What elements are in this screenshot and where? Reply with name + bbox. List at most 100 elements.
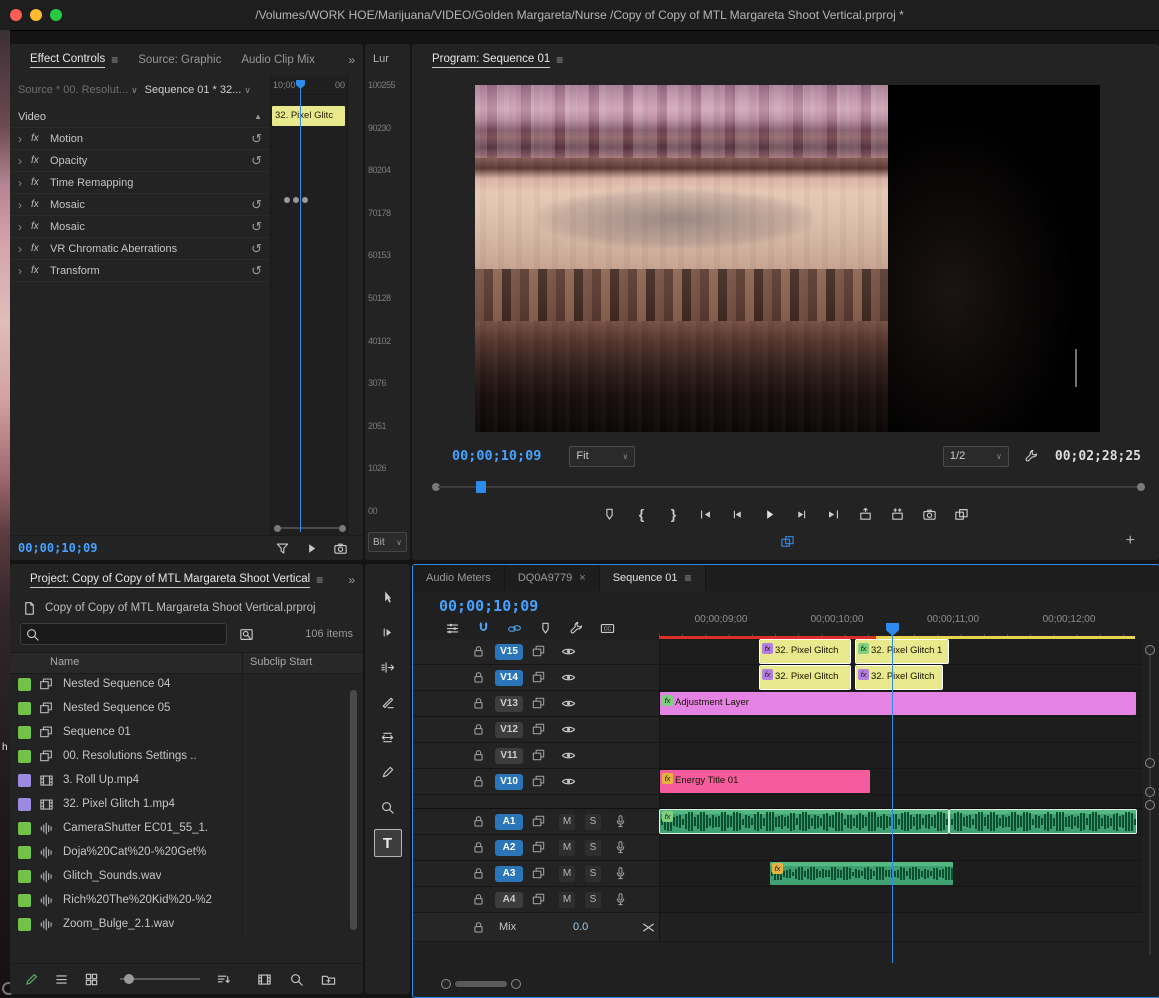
timeline-clip[interactable]: fx 32. Pixel Glitch 1	[855, 639, 949, 664]
current-timecode[interactable]: 00;00;10;09	[18, 541, 97, 555]
label-color-swatch[interactable]	[18, 893, 31, 907]
track-lane[interactable]	[659, 835, 1143, 860]
timeline-tab-dq0a9779[interactable]: DQ0A9779 ×	[505, 565, 600, 591]
effect-row[interactable]: › fx Mosaic ↺	[10, 194, 270, 216]
track-target-button[interactable]: A4	[495, 891, 523, 908]
multi-view-icon[interactable]	[953, 505, 971, 523]
step-forward-icon[interactable]	[793, 505, 811, 523]
panel-menu-icon[interactable]: ≡	[685, 571, 692, 585]
sort-icons-icon[interactable]	[214, 970, 232, 988]
effect-row[interactable]: › fx Transform ↺	[10, 260, 270, 282]
label-color-swatch[interactable]	[18, 701, 31, 715]
project-item-row[interactable]: Nested Sequence 04	[10, 672, 355, 696]
comparison-view-icon[interactable]	[778, 532, 796, 550]
label-color-swatch[interactable]	[18, 725, 31, 739]
tool-selection[interactable]	[375, 584, 401, 610]
scroll-handle[interactable]	[1145, 800, 1155, 810]
snapshot-icon[interactable]	[331, 539, 349, 557]
chevron-right-icon[interactable]: ›	[18, 176, 26, 190]
zoom-handle-right[interactable]	[339, 524, 346, 532]
scroll-handle[interactable]	[1145, 645, 1155, 655]
timeline-vertical-scrollbar[interactable]	[1145, 641, 1155, 961]
audio-clip[interactable]: fx	[770, 862, 953, 885]
label-color-swatch[interactable]	[18, 845, 31, 859]
column-header-subclip-start[interactable]: Subclip Start	[250, 656, 312, 668]
tool-ripple-edit[interactable]	[375, 654, 401, 680]
filter-effects-icon[interactable]	[273, 539, 291, 557]
eye-icon[interactable]	[559, 695, 577, 713]
source-patch-icon[interactable]	[529, 813, 547, 831]
track-lane[interactable]: fx Adjustment Layer	[659, 691, 1143, 716]
mini-timeline-zoom-bar[interactable]	[274, 524, 346, 532]
extract-icon[interactable]	[889, 505, 907, 523]
step-back-icon[interactable]	[729, 505, 747, 523]
mic-icon[interactable]	[611, 865, 629, 883]
close-icon[interactable]: ×	[579, 572, 585, 584]
track-lane[interactable]: fx 32. Pixel Glitch fx 32. Pixel Glitch	[659, 665, 1143, 690]
tool-zoom[interactable]	[375, 794, 401, 820]
timeline-clip[interactable]: fx 32. Pixel Glitch	[855, 665, 943, 690]
timeline-tab-sequence-01[interactable]: Sequence 01 ≡	[599, 565, 706, 591]
playback-resolution-dropdown[interactable]: 1/2 ∨	[942, 445, 1009, 467]
project-scrollbar[interactable]	[350, 690, 357, 930]
effect-row[interactable]: › fx Time Remapping	[10, 172, 270, 194]
scopes-tab[interactable]: Lur	[365, 44, 410, 65]
eye-icon[interactable]	[559, 773, 577, 791]
source-patch-icon[interactable]	[529, 721, 547, 739]
mic-icon[interactable]	[611, 813, 629, 831]
project-item-row[interactable]: Nested Sequence 05	[10, 696, 355, 720]
source-patch-icon[interactable]	[529, 669, 547, 687]
mute-button[interactable]: M	[559, 891, 575, 908]
tool-type[interactable]: T	[373, 829, 402, 857]
zoom-level-dropdown[interactable]: Fit ∨	[569, 445, 636, 467]
track-target-button[interactable]: V10	[495, 773, 523, 790]
project-file-row[interactable]: Copy of Copy of MTL Margareta Shoot Vert…	[20, 598, 316, 618]
label-color-swatch[interactable]	[18, 821, 31, 835]
source-patch-icon[interactable]	[529, 891, 547, 909]
effect-row[interactable]: › fx Motion ↺	[10, 128, 270, 150]
go-to-out-icon[interactable]	[825, 505, 843, 523]
play-icon[interactable]	[761, 505, 779, 523]
add-marker-icon[interactable]	[601, 505, 619, 523]
new-bin-icon[interactable]	[319, 970, 337, 988]
slider-knob[interactable]	[124, 974, 134, 984]
keyframe-icon[interactable]	[293, 197, 299, 203]
clip-fx-badge-icon[interactable]: fx	[762, 643, 773, 654]
panel-menu-icon[interactable]: ≡	[316, 573, 323, 587]
project-item-row[interactable]: Sequence 01	[10, 720, 355, 744]
timeline-settings-wrench-icon[interactable]	[567, 619, 585, 637]
tab-effect-controls[interactable]: Effect Controls ≡	[20, 44, 128, 76]
audio-clip[interactable]	[949, 809, 1137, 834]
mic-icon[interactable]	[611, 839, 629, 857]
effect-row[interactable]: › fx Mosaic ↺	[10, 216, 270, 238]
timeline-display-settings-icon[interactable]	[443, 619, 461, 637]
mark-in-icon[interactable]: {	[633, 505, 651, 523]
close-window-icon[interactable]	[10, 9, 22, 21]
search-bin-icon[interactable]	[237, 625, 255, 643]
timeline-timecode[interactable]: 00;00;10;09	[439, 597, 538, 615]
timeline-playhead[interactable]	[892, 623, 893, 963]
program-timecode[interactable]: 00;00;10;09	[452, 448, 541, 464]
effect-row[interactable]: › fx VR Chromatic Aberrations ↺	[10, 238, 270, 260]
panel-overflow-icon[interactable]: »	[348, 573, 355, 587]
source-patch-icon[interactable]	[529, 695, 547, 713]
program-scrubber[interactable]	[432, 480, 1145, 494]
scroll-handle[interactable]	[1145, 758, 1155, 768]
label-color-swatch[interactable]	[18, 677, 31, 691]
track-lock-icon[interactable]	[469, 643, 487, 661]
mute-button[interactable]: M	[559, 813, 575, 830]
track-lane[interactable]	[659, 743, 1143, 768]
panel-overflow-icon[interactable]: »	[348, 53, 355, 67]
find-icon[interactable]	[287, 970, 305, 988]
source-patch-icon[interactable]	[529, 747, 547, 765]
column-header-name[interactable]: Name	[50, 656, 79, 668]
settings-wrench-icon[interactable]	[1023, 447, 1041, 465]
button-editor-plus-icon[interactable]: +	[1126, 532, 1135, 550]
chevron-right-icon[interactable]: ›	[18, 242, 26, 256]
chevron-right-icon[interactable]: ›	[18, 264, 26, 278]
reset-effect-icon[interactable]: ↺	[251, 241, 262, 257]
label-color-swatch[interactable]	[18, 749, 31, 763]
sequence-clip-label[interactable]: Sequence 01 * 32...	[145, 84, 242, 96]
track-lock-icon[interactable]	[469, 918, 487, 936]
keyframe-icon[interactable]	[284, 197, 290, 203]
